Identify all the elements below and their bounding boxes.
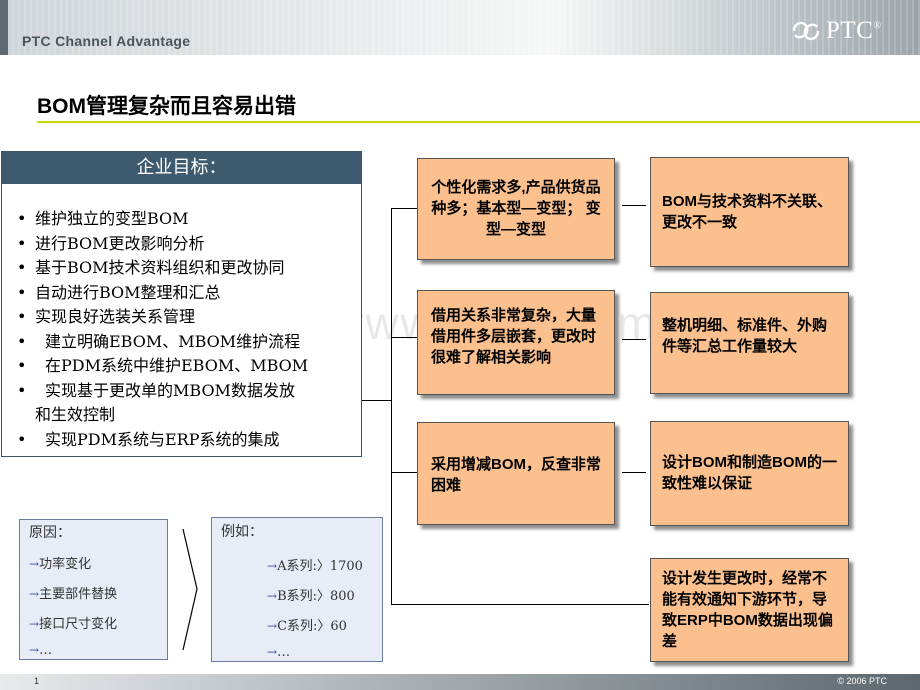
effect-text: 设计BOM和制造BOM的一致性难以保证: [662, 454, 837, 492]
effect-box-3: 设计BOM和制造BOM的一致性难以保证: [650, 421, 849, 526]
cause-box-2: 借用关系非常复杂，大量借用件多层嵌套，更改时很难了解相关影响: [417, 290, 615, 395]
bracket-branch-1: [391, 208, 417, 209]
goal-item: 建立明确EBOM、MBOM维护流程: [17, 330, 361, 355]
goal-item-continuation: 和生效控制: [35, 405, 116, 424]
effect-text: BOM与技术资料不关联、更改不一致: [662, 193, 832, 231]
bracket-branch-3: [391, 472, 417, 473]
title-rule: [37, 121, 920, 123]
examples-item: →C系列:〉60: [267, 619, 347, 634]
arrow-icon: →: [29, 587, 40, 601]
header-accent-bar: [0, 0, 8, 55]
bracket-branch-2: [391, 337, 417, 338]
arrow-icon: →: [267, 559, 278, 573]
arrow-icon: →: [29, 557, 40, 571]
goals-list: 维护独立的变型BOM 进行BOM更改影响分析 基于BOM技术资料组织和更改协同 …: [2, 184, 361, 452]
cause-box-3: 采用增减BOM，反查非常困难: [417, 422, 615, 525]
arrow-icon: →: [267, 645, 278, 659]
slide-footer: 1 © 2006 PTC: [0, 674, 920, 690]
examples-item: →A系列:〉1700: [267, 559, 363, 574]
ptc-logo-text: PTC®: [826, 17, 882, 44]
cause-box-1: 个性化需求多,产品供货品种多；基本型—变型； 变型—变型: [417, 158, 615, 260]
reasons-item: →功率变化: [29, 557, 92, 572]
link-dash-2: [622, 339, 646, 340]
arrow-icon: →: [267, 619, 278, 633]
cause-text: 借用关系非常复杂，大量借用件多层嵌套，更改时很难了解相关影响: [431, 307, 597, 366]
arrow-icon: →: [267, 589, 278, 603]
examples-item: →…: [267, 645, 291, 660]
effect-box-2: 整机明细、标准件、外购件等汇总工作量较大: [650, 292, 849, 394]
slide-header: PTC Channel Advantage PTC®: [0, 0, 920, 55]
examples-item: →B系列:〉800: [267, 589, 355, 604]
effect-text: 整机明细、标准件、外购件等汇总工作量较大: [662, 317, 828, 355]
goal-item: 基于BOM技术资料组织和更改协同: [17, 256, 361, 281]
effect-text: 设计发生更改时，经常不能有效通知下游环节，导致ERP中BOM数据出现偏差: [662, 570, 833, 650]
reasons-item: →…: [29, 643, 53, 658]
goal-item: 自动进行BOM整理和汇总: [17, 281, 361, 306]
goal-item: 进行BOM更改影响分析: [17, 232, 361, 257]
examples-box: 例如： →A系列:〉1700 →B系列:〉800 →C系列:〉60 →…: [211, 517, 383, 662]
goal-item: 实现良好选装关系管理: [17, 305, 361, 330]
ptc-logo: PTC®: [788, 14, 908, 48]
link-dash-3: [622, 472, 646, 473]
goal-item: 在PDM系统中维护EBOM、MBOM: [17, 354, 361, 379]
reasons-box: 原因： →功率变化 →主要部件替换 →接口尺寸变化 →…: [19, 519, 168, 660]
effect-box-1: BOM与技术资料不关联、更改不一致: [650, 157, 849, 267]
reasons-item: →主要部件替换: [29, 587, 118, 602]
cause-text: 个性化需求多,产品供货品种多；基本型—变型； 变型—变型: [431, 179, 601, 238]
copyright-text: © 2006 PTC: [837, 676, 887, 686]
header-subtitle: PTC Channel Advantage: [22, 33, 191, 49]
goal-item: 实现PDM系统与ERP系统的集成: [17, 428, 361, 453]
cause-text: 采用增减BOM，反查非常困难: [431, 456, 601, 494]
chevron-right-icon: [182, 528, 198, 651]
bracket-vertical: [391, 208, 392, 605]
goals-heading: 企业目标：: [2, 152, 361, 184]
bracket-branch-4: [391, 604, 649, 605]
page-title: BOM管理复杂而且容易出错: [37, 95, 296, 118]
reasons-item: →接口尺寸变化: [29, 617, 118, 632]
examples-title: 例如：: [221, 524, 263, 540]
goal-item: 维护独立的变型BOM: [17, 207, 361, 232]
arrow-icon: →: [29, 617, 40, 631]
goals-panel: 企业目标： 维护独立的变型BOM 进行BOM更改影响分析 基于BOM技术资料组织…: [1, 151, 362, 457]
link-dash-1: [622, 205, 646, 206]
reasons-title: 原因：: [29, 525, 71, 541]
goal-item: 实现基于更改单的MBOM数据发放: [17, 379, 361, 404]
bracket-stub: [362, 400, 392, 401]
ptc-logo-icon: [792, 21, 820, 41]
page-number: 1: [34, 676, 40, 686]
effect-box-4: 设计发生更改时，经常不能有效通知下游环节，导致ERP中BOM数据出现偏差: [650, 558, 849, 662]
arrow-icon: →: [29, 643, 40, 657]
